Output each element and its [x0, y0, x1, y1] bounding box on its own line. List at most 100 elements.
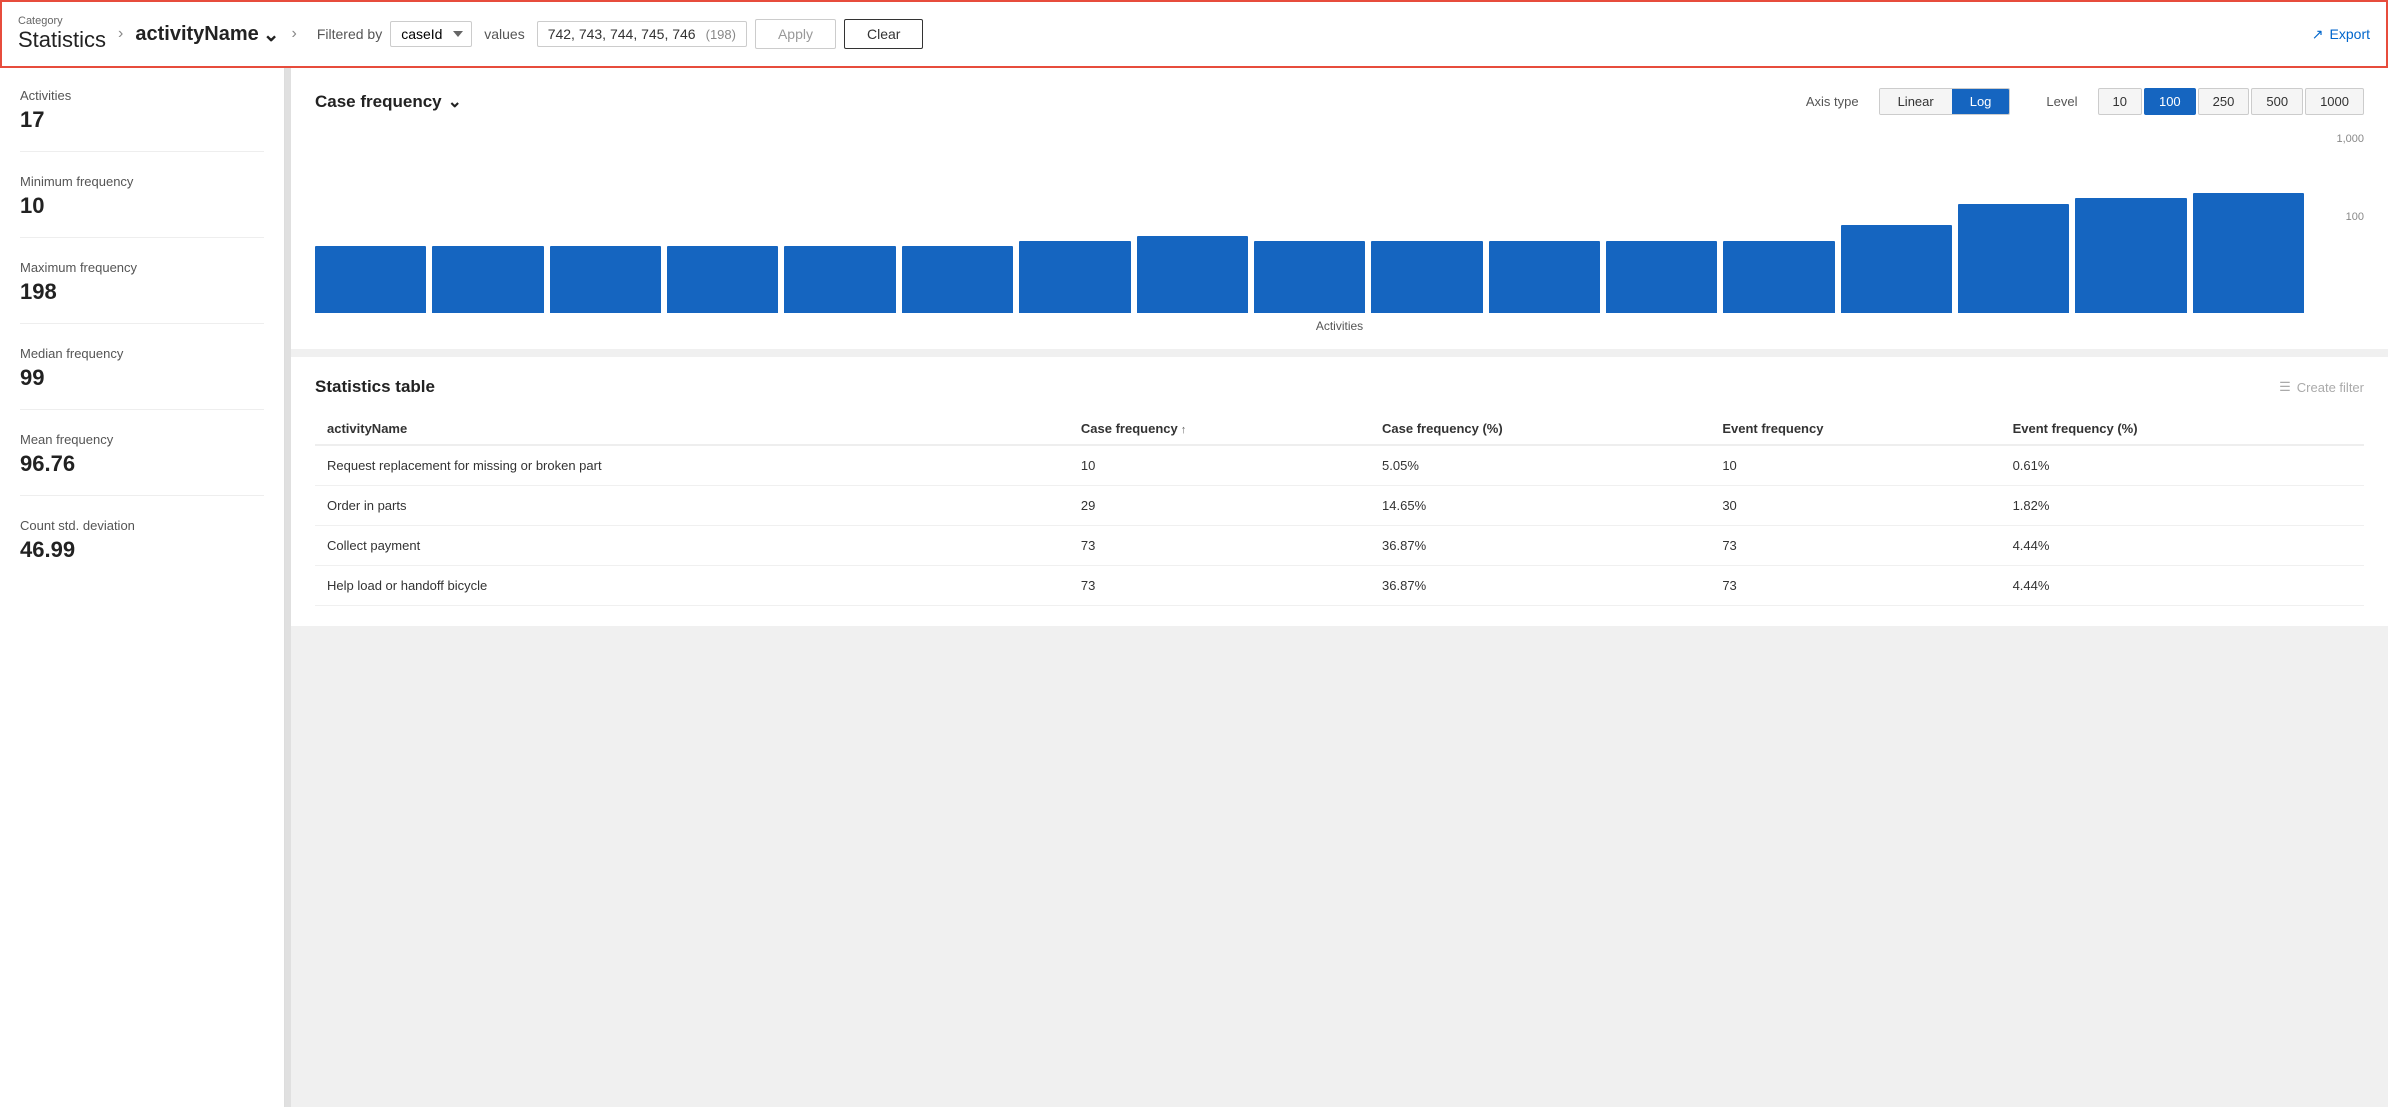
breadcrumb-chevron-2: › [292, 25, 297, 43]
bar-10[interactable] [1371, 241, 1482, 313]
sidebar: Activities 17 Minimum frequency 10 Maxim… [0, 68, 285, 1107]
x-axis-label: Activities [315, 319, 2364, 333]
table-cell: Request replacement for missing or broke… [315, 445, 1081, 486]
table-cell: 29 [1081, 486, 1382, 526]
stat-value: 198 [20, 279, 264, 305]
create-filter-label: Create filter [2297, 380, 2364, 395]
activity-name-label: activityName [135, 23, 258, 46]
bar-8[interactable] [1137, 236, 1248, 313]
stat-label: Median frequency [20, 346, 264, 361]
table-cell: 5.05% [1382, 445, 1722, 486]
content-area: Case frequency ⌄ Axis type LinearLog Lev… [291, 68, 2388, 1107]
table-cell: 0.61% [2013, 445, 2364, 486]
bar-11[interactable] [1489, 241, 1600, 313]
breadcrumb-chevron-1: › [118, 25, 123, 43]
stat-label: Minimum frequency [20, 174, 264, 189]
header: Category Statistics › activityName ⌄ › F… [0, 0, 2388, 68]
bar-9[interactable] [1254, 241, 1365, 313]
level-button-group: 101002505001000 [2098, 88, 2365, 115]
table-cell: 10 [1081, 445, 1382, 486]
export-button[interactable]: ↗ Export [2312, 26, 2370, 43]
filtered-by-label: Filtered by [317, 26, 382, 42]
stat-label: Mean frequency [20, 432, 264, 447]
table-column-header: Case frequency (%) [1382, 413, 1722, 445]
table-row: Collect payment7336.87%734.44% [315, 526, 2364, 566]
filter-count-badge: (198) [706, 27, 736, 42]
bar-15[interactable] [1958, 204, 2069, 313]
bar-6[interactable] [902, 246, 1013, 313]
stat-value: 96.76 [20, 451, 264, 477]
bar-chart: 1,000 100 [315, 133, 2364, 313]
chevron-down-icon: ⌄ [263, 22, 280, 47]
level-10-button[interactable]: 10 [2098, 88, 2142, 115]
table-cell: 73 [1081, 566, 1382, 606]
bar-1[interactable] [315, 246, 426, 313]
chart-title-button[interactable]: Case frequency ⌄ [315, 92, 462, 112]
table-cell: 73 [1081, 526, 1382, 566]
activity-name-button[interactable]: activityName ⌄ [135, 22, 279, 47]
chart-section: Case frequency ⌄ Axis type LinearLog Lev… [291, 68, 2388, 357]
level-1000-button[interactable]: 1000 [2305, 88, 2364, 115]
filter-values-box: 742, 743, 744, 745, 746 (198) [537, 21, 747, 47]
stat-value: 10 [20, 193, 264, 219]
stat-item: Minimum frequency 10 [20, 174, 264, 238]
table-column-header: Event frequency [1722, 413, 2012, 445]
axis-type-linear-button[interactable]: Linear [1880, 89, 1952, 114]
table-cell: Help load or handoff bicycle [315, 566, 1081, 606]
bar-16[interactable] [2075, 198, 2186, 313]
table-header-columns: activityNameCase frequency ↑Case frequen… [315, 413, 2364, 445]
bar-13[interactable] [1723, 241, 1834, 313]
values-label: values [484, 26, 524, 42]
y-label-top: 1,000 [2336, 133, 2364, 145]
level-500-button[interactable]: 500 [2251, 88, 2303, 115]
stat-item: Count std. deviation 46.99 [20, 518, 264, 581]
level-250-button[interactable]: 250 [2198, 88, 2250, 115]
axis-type-log-button[interactable]: Log [1952, 89, 2010, 114]
bar-5[interactable] [784, 246, 895, 313]
table-column-header[interactable]: Case frequency ↑ [1081, 413, 1382, 445]
table-cell: 30 [1722, 486, 2012, 526]
bar-12[interactable] [1606, 241, 1717, 313]
sidebar-stats: Activities 17 Minimum frequency 10 Maxim… [20, 88, 264, 581]
stat-label: Activities [20, 88, 264, 103]
level-label: Level [2046, 94, 2077, 109]
create-filter-button[interactable]: ☰ Create filter [2279, 379, 2364, 395]
axis-type-button-group: LinearLog [1879, 88, 2011, 115]
table-cell: 1.82% [2013, 486, 2364, 526]
table-header-row: Statistics table ☰ Create filter [315, 377, 2364, 397]
bar-14[interactable] [1841, 225, 1952, 313]
export-arrow-icon: ↗ [2312, 26, 2324, 43]
filter-field-select[interactable]: caseId [390, 21, 472, 47]
stat-value: 46.99 [20, 537, 264, 563]
level-100-button[interactable]: 100 [2144, 88, 2196, 115]
y-axis: 1,000 100 [2309, 133, 2364, 289]
export-label: Export [2330, 26, 2370, 42]
table-cell: Order in parts [315, 486, 1081, 526]
bar-7[interactable] [1019, 241, 1130, 313]
table-cell: Collect payment [315, 526, 1081, 566]
bar-3[interactable] [550, 246, 661, 313]
chart-header: Case frequency ⌄ Axis type LinearLog Lev… [315, 88, 2364, 115]
bar-17[interactable] [2193, 193, 2304, 313]
table-column-header: activityName [315, 413, 1081, 445]
clear-button[interactable]: Clear [844, 19, 923, 49]
chart-title-label: Case frequency [315, 92, 442, 112]
sidebar-resizer[interactable] [285, 68, 291, 1107]
y-label-bottom: 100 [2346, 211, 2364, 223]
table-cell: 73 [1722, 526, 2012, 566]
table-body: Request replacement for missing or broke… [315, 445, 2364, 606]
main-layout: Activities 17 Minimum frequency 10 Maxim… [0, 68, 2388, 1107]
bar-2[interactable] [432, 246, 543, 313]
table-row: Request replacement for missing or broke… [315, 445, 2364, 486]
category-label: Category [18, 15, 106, 27]
table-column-header: Event frequency (%) [2013, 413, 2364, 445]
table-cell: 36.87% [1382, 566, 1722, 606]
stat-item: Median frequency 99 [20, 346, 264, 410]
stat-item: Activities 17 [20, 88, 264, 152]
apply-button[interactable]: Apply [755, 19, 836, 49]
stat-item: Mean frequency 96.76 [20, 432, 264, 496]
table-row: Order in parts2914.65%301.82% [315, 486, 2364, 526]
bar-4[interactable] [667, 246, 778, 313]
stat-label: Maximum frequency [20, 260, 264, 275]
axis-type-label: Axis type [1806, 94, 1859, 109]
